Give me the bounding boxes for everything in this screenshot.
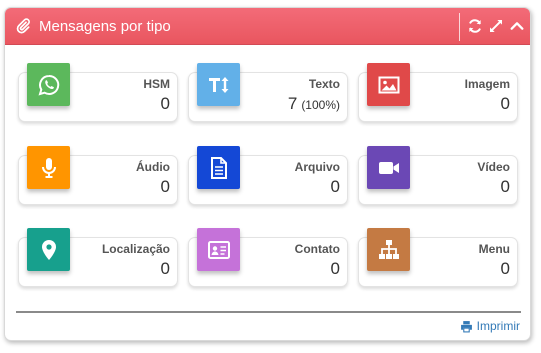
file-text-icon (210, 156, 227, 179)
microphone-icon (41, 157, 56, 178)
card-icon-box (27, 228, 70, 271)
video-camera-icon (378, 161, 399, 174)
collapse-icon[interactable] (509, 18, 525, 34)
card-value: 0 (160, 94, 170, 113)
card-icon-box (367, 228, 410, 271)
card-icon-box (27, 146, 70, 189)
card-hsm: HSM 0 (18, 63, 178, 122)
panel-header: Mensagens por tipo (5, 8, 530, 45)
card-icon-box (27, 63, 70, 106)
card-value: 0 (160, 259, 170, 278)
print-icon (460, 320, 472, 332)
card-value: 7 (100%) (288, 94, 340, 115)
card-texto: Texto 7 (100%) (188, 63, 348, 122)
card-value: 0 (500, 259, 510, 278)
card-value: 0 (330, 259, 340, 278)
panel-title: Mensagens por tipo (39, 18, 171, 35)
card-video: Vídeo 0 (358, 146, 518, 205)
card-label: Texto (308, 77, 340, 91)
card-label: Menu (478, 242, 510, 256)
card-label: Imagem (464, 77, 510, 91)
card-value-percent: (100%) (301, 98, 340, 112)
card-menu: Menu 0 (358, 228, 518, 287)
card-value: 0 (330, 177, 340, 196)
card-imagem: Imagem 0 (358, 63, 518, 122)
card-icon-box (367, 63, 410, 106)
refresh-icon[interactable] (467, 18, 483, 34)
messages-by-type-panel: Mensagens por tipo HSM 0 Texto 7 (100%) … (4, 7, 531, 341)
card-value: 0 (500, 94, 510, 113)
address-card-icon (207, 240, 230, 259)
card-icon-box (197, 63, 240, 106)
card-audio: Áudio 0 (18, 146, 178, 205)
map-marker-icon (41, 239, 56, 260)
card-label: Contato (294, 242, 340, 256)
header-divider (459, 13, 460, 41)
print-label: Imprimir (476, 319, 520, 333)
image-icon (378, 76, 399, 93)
card-arquivo: Arquivo 0 (188, 146, 348, 205)
sitemap-icon (378, 239, 399, 259)
card-icon-box (367, 146, 410, 189)
paperclip-icon (16, 18, 30, 34)
text-height-icon (208, 76, 228, 93)
footer-divider (16, 311, 521, 313)
card-contato: Contato 0 (188, 228, 348, 287)
card-label: Vídeo (477, 160, 510, 174)
card-label: HSM (143, 77, 170, 91)
card-icon-box (197, 146, 240, 189)
card-label: Localização (101, 242, 170, 256)
panel-tools (467, 18, 525, 34)
card-label: Áudio (136, 160, 170, 174)
card-value: 0 (500, 177, 510, 196)
card-label: Arquivo (294, 160, 340, 174)
whatsapp-icon (38, 74, 59, 95)
card-value-number: 7 (287, 94, 298, 113)
card-localizacao: Localização 0 (18, 228, 178, 287)
print-button[interactable]: Imprimir (460, 319, 520, 333)
card-icon-box (197, 228, 240, 271)
card-value: 0 (160, 177, 170, 196)
expand-icon[interactable] (488, 18, 504, 34)
